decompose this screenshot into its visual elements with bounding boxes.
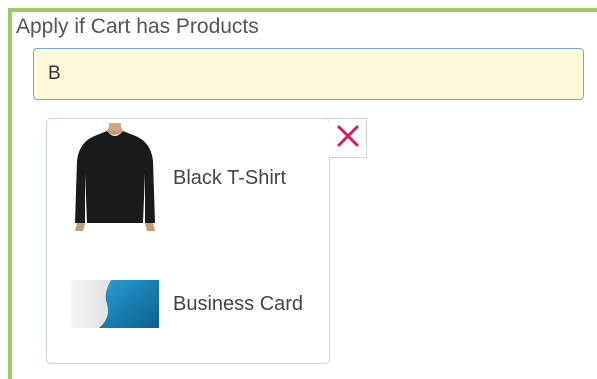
close-results-button[interactable] — [329, 118, 367, 158]
product-search-input[interactable] — [33, 48, 584, 100]
black-tshirt-image — [67, 123, 163, 233]
section-label: Apply if Cart has Products — [16, 15, 259, 38]
search-results-dropdown: Black T-Shirt Business Card — [46, 118, 330, 364]
result-name: Black T-Shirt — [173, 166, 286, 189]
result-name: Business Card — [173, 292, 304, 315]
result-item-black-tshirt[interactable]: Black T-Shirt — [47, 121, 329, 235]
close-icon — [336, 124, 360, 153]
result-item-business-card[interactable]: Business Card — [47, 249, 329, 359]
business-card-image — [67, 249, 163, 359]
